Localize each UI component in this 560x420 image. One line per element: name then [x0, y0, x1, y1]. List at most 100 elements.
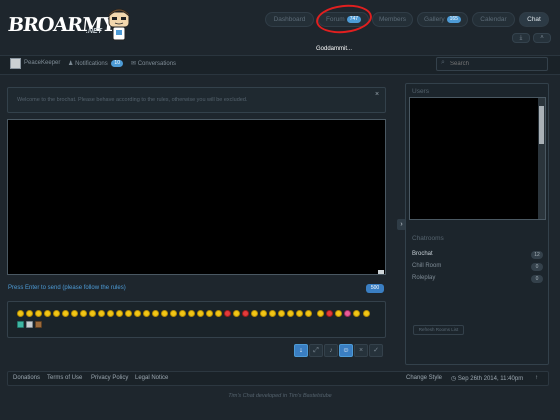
smiley-icon[interactable]	[170, 310, 177, 317]
smiley-icon[interactable]	[17, 310, 24, 317]
download-icon: ⤓	[519, 35, 523, 41]
heart-icon[interactable]	[344, 310, 351, 317]
clock-icon: ◷	[451, 376, 457, 382]
download-button[interactable]: ⤓	[512, 33, 530, 43]
tab-dashboard[interactable]: Dashboard	[265, 12, 314, 27]
smiley-icon[interactable]	[134, 310, 141, 317]
exclamation-icon[interactable]	[353, 310, 360, 317]
item-icon[interactable]	[26, 321, 33, 328]
footer-link-legal[interactable]: Legal Notice	[135, 375, 168, 381]
smiley-icon[interactable]	[287, 310, 294, 317]
smiley-icon[interactable]	[233, 310, 240, 317]
room-brochat[interactable]: Brochat	[412, 251, 433, 257]
smiley-icon[interactable]	[26, 310, 33, 317]
smiley-icon[interactable]	[188, 310, 195, 317]
change-style-link[interactable]: Change Style	[406, 375, 442, 381]
tab-chat-label: Chat	[527, 16, 541, 23]
username-link[interactable]: PeaceKeeper	[24, 60, 60, 66]
back-to-top-button[interactable]: ↑	[535, 375, 538, 381]
smiley-icon[interactable]	[125, 310, 132, 317]
smiley-icon[interactable]	[80, 310, 87, 317]
refresh-rooms-button[interactable]: Refresh Rooms List	[413, 325, 464, 335]
chat-messages-area[interactable]	[7, 119, 386, 275]
autoscroll-button[interactable]: ↓	[294, 344, 308, 357]
room-roleplay[interactable]: Roleplay	[412, 275, 435, 281]
smiley-icon[interactable]	[44, 310, 51, 317]
fullscreen-icon: ⤢	[313, 347, 319, 354]
users-scrollbar-thumb[interactable]	[539, 106, 544, 144]
smiley-icon[interactable]	[251, 310, 258, 317]
smiley-icon[interactable]	[278, 310, 285, 317]
notifications-toggle-button[interactable]: ♪	[324, 344, 338, 357]
smiley-icon[interactable]	[206, 310, 213, 317]
room-chill-room[interactable]: Chill Room	[412, 263, 441, 269]
smiley-icon[interactable]	[260, 310, 267, 317]
tab-members-label: Members	[378, 16, 407, 23]
red-circle-annotation	[314, 2, 374, 36]
face-icon[interactable]	[17, 321, 24, 328]
chat-bubble-icon: ✉	[131, 61, 137, 67]
notifications-link[interactable]: ♟ Notifications 10	[68, 60, 123, 67]
smilies-toggle-button[interactable]: ☺	[339, 344, 353, 357]
beer-icon[interactable]	[35, 321, 42, 328]
smiley-icon[interactable]	[98, 310, 105, 317]
datetime-text: Sep 26th 2014, 11:40pm	[457, 376, 524, 382]
footer-datetime: ◷ Sep 26th 2014, 11:40pm	[451, 375, 523, 382]
chatrooms-title: Chatrooms	[412, 235, 444, 242]
smiley-icon[interactable]	[179, 310, 186, 317]
smiley-icon[interactable]	[116, 310, 123, 317]
smiley-icon[interactable]	[317, 310, 324, 317]
room-count-badge: 0	[531, 275, 543, 283]
close-icon: ×	[358, 347, 364, 354]
tab-calendar-label: Calendar	[480, 16, 507, 23]
collapse-header-button[interactable]: ˄	[533, 33, 551, 43]
tab-calendar[interactable]: Calendar	[472, 12, 515, 27]
fullscreen-button[interactable]: ⤢	[309, 344, 323, 357]
credit-product[interactable]: Tim's Chat	[228, 393, 254, 399]
conversations-link[interactable]: ✉ Conversations	[131, 60, 176, 67]
chevron-up-icon: ˄	[540, 35, 544, 41]
smiley-icon[interactable]	[215, 310, 222, 317]
credit-studio[interactable]: Tim's Bastelstube	[289, 393, 332, 399]
mark-button[interactable]: ✓	[369, 344, 383, 357]
gallery-count-badge: 165	[446, 16, 461, 23]
footer-link-donations[interactable]: Donations	[13, 375, 40, 381]
devil-smiley-icon[interactable]	[224, 310, 231, 317]
smiley-icon[interactable]	[71, 310, 78, 317]
smiley-icon[interactable]	[305, 310, 312, 317]
chevron-right-icon: ›	[400, 221, 403, 228]
smiley-icon[interactable]	[62, 310, 69, 317]
smiley-icon[interactable]	[296, 310, 303, 317]
bell-icon: ♪	[329, 347, 333, 354]
tab-gallery[interactable]: Gallery 165	[417, 12, 468, 27]
avatar[interactable]	[10, 58, 21, 69]
arrow-up-icon: ↑	[535, 375, 538, 381]
smiley-panel	[7, 301, 386, 338]
tab-members[interactable]: Members	[372, 12, 413, 27]
close-icon[interactable]: ×	[375, 91, 379, 98]
smiley-icon[interactable]	[269, 310, 276, 317]
smiley-icon[interactable]	[53, 310, 60, 317]
footer-link-privacy[interactable]: Privacy Policy	[91, 375, 128, 381]
smiley-icon[interactable]	[335, 310, 342, 317]
credit-developed-in: developed in	[255, 393, 288, 399]
site-logo[interactable]: BROARMY .NET	[7, 8, 130, 44]
welcome-notice-text: Welcome to the brochat. Please behave ac…	[17, 97, 248, 103]
search-input[interactable]	[450, 58, 544, 70]
room-count-badge: 0	[531, 263, 543, 271]
smiley-icon[interactable]	[152, 310, 159, 317]
smiley-icon[interactable]	[197, 310, 204, 317]
devil-smiley-icon[interactable]	[326, 310, 333, 317]
clear-chat-button[interactable]: ×	[354, 344, 368, 357]
chat-scrollbar[interactable]	[378, 270, 384, 274]
footer-link-terms[interactable]: Terms of Use	[47, 375, 82, 381]
users-list[interactable]	[409, 97, 546, 220]
smiley-icon[interactable]	[89, 310, 96, 317]
smiley-icon[interactable]	[107, 310, 114, 317]
smiley-icon[interactable]	[35, 310, 42, 317]
tab-chat[interactable]: Chat	[519, 12, 549, 27]
smiley-icon[interactable]	[143, 310, 150, 317]
question-icon[interactable]	[363, 310, 370, 317]
angry-smiley-icon[interactable]	[242, 310, 249, 317]
smiley-icon[interactable]	[161, 310, 168, 317]
